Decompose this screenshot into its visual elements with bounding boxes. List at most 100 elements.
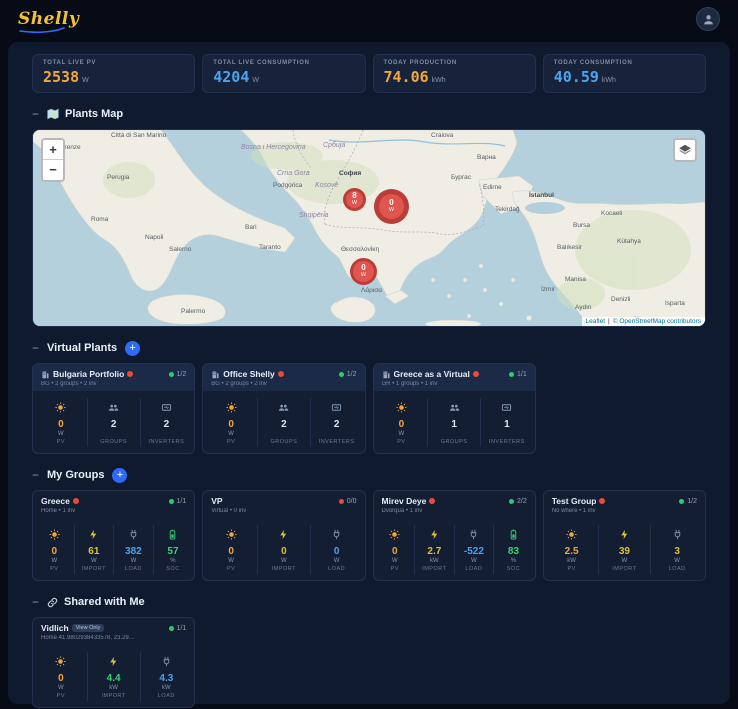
- map-layers-button[interactable]: [673, 138, 697, 162]
- map-label: Λάρισα: [361, 287, 383, 294]
- stat-value: 2: [333, 419, 340, 430]
- bolt-icon: [278, 529, 289, 541]
- map-label: Bursa: [573, 222, 590, 229]
- stat-inverters: 2 INVERTERS: [141, 398, 193, 447]
- stat-value: 61: [88, 546, 100, 558]
- plants-map[interactable]: Firenze Città di San Marino Perugia Roma…: [32, 129, 706, 327]
- stat-inverters: 1 INVERTERS: [481, 398, 533, 447]
- section-title: Virtual Plants: [47, 342, 118, 354]
- map-label: Θεσσαλονίκη: [341, 246, 380, 253]
- link-icon: [47, 597, 58, 608]
- map-label: Salerno: [169, 246, 192, 253]
- plant-subtitle: BG • 2 groups • 2 inv: [211, 381, 267, 387]
- collapse-toggle[interactable]: −: [32, 467, 41, 483]
- group-card[interactable]: Test Group 1/2 No where • 1 inv 2.5 kW P…: [542, 490, 706, 582]
- bolt-icon: [108, 656, 119, 668]
- stat-label: LOAD: [668, 566, 686, 573]
- group-name: Test Group: [551, 496, 597, 507]
- online-count: 2/2: [517, 497, 527, 505]
- stat-groups: 2 GROUPS: [258, 398, 311, 448]
- stat-label: SOC: [166, 566, 180, 573]
- stat-unit: W: [333, 558, 340, 565]
- collapse-toggle[interactable]: −: [32, 106, 41, 122]
- shared-card[interactable]: Vidlich View Only 1/1 Home 41.9802938433…: [32, 617, 196, 709]
- sun-icon: [396, 402, 407, 414]
- shelly-logo[interactable]: Shelly: [18, 9, 79, 33]
- group-name: Greece: [41, 496, 70, 507]
- group-card[interactable]: Mirev Deye 2/2 Dvorqua • 1 inv 0 W PV 2.…: [372, 490, 536, 582]
- plant-name: Office Shelly: [223, 369, 275, 379]
- stat-unit: kW: [430, 558, 439, 565]
- sun-icon: [226, 529, 237, 541]
- group-card[interactable]: Greece 1/1 Home • 1 inv 0 W PV 61 W IMPO…: [32, 490, 196, 582]
- stat-value: 4.4: [106, 673, 121, 685]
- stat-label: IMPORT: [271, 566, 297, 573]
- zoom-out-button[interactable]: −: [43, 160, 63, 180]
- stat-label: PV: [397, 439, 406, 445]
- online-count: 1/2: [687, 497, 697, 505]
- group-name: VP: [211, 496, 223, 507]
- tile-unit: kWh: [431, 77, 446, 84]
- stat-groups: 1 GROUPS: [428, 398, 481, 448]
- stat-pv: 2.5 kW PV: [546, 525, 599, 575]
- user-avatar-button[interactable]: [696, 7, 720, 31]
- virtual-plant-card[interactable]: Greece as a Virtual 1/1 GR • 1 groups • …: [372, 363, 536, 455]
- group-card[interactable]: VP 0/0 Virtual • 0 inv 0 W PV 0 W IMPORT…: [202, 490, 366, 582]
- stat-import: 61 W IMPORT: [75, 525, 115, 575]
- stat-pv: 0 W PV: [205, 525, 258, 575]
- online-dot: [338, 371, 344, 377]
- group-subtitle: Home • 1 inv: [41, 508, 76, 515]
- stat-unit: [311, 431, 363, 438]
- plug-icon: [128, 529, 139, 541]
- map-label: Варна: [477, 154, 496, 161]
- stat-inverters: 2 INVERTERS: [311, 398, 363, 447]
- map-cluster-marker[interactable]: 0 W: [374, 189, 409, 224]
- stat-unit: %: [510, 558, 517, 565]
- leaflet-link[interactable]: Leaflet: [586, 318, 606, 325]
- plant-name: Bulgaria Portfolio: [53, 369, 125, 379]
- tile-total-live-consumption: TOTAL LIVE CONSUMPTION 4204 W: [202, 54, 366, 93]
- user-icon: [702, 13, 715, 26]
- add-virtual-plant-button[interactable]: +: [125, 340, 141, 356]
- stat-load: 3 W LOAD: [651, 525, 703, 574]
- add-group-button[interactable]: +: [112, 467, 128, 483]
- bolt-icon: [88, 529, 99, 541]
- stat-unit: W: [228, 431, 234, 437]
- sun-icon: [226, 402, 237, 414]
- stat-value: 0: [398, 419, 405, 430]
- sun-icon: [55, 402, 66, 414]
- section-title: Shared with Me: [64, 596, 145, 609]
- stat-value: 4.3: [159, 673, 174, 685]
- stat-value: 0: [228, 546, 234, 558]
- stat-label: PV: [226, 439, 236, 445]
- marker-value: 0: [389, 198, 394, 208]
- map-cluster-marker[interactable]: 8 W: [343, 188, 366, 211]
- inverter-icon: [501, 402, 512, 414]
- tile-unit: W: [82, 77, 89, 84]
- plug-icon: [331, 529, 342, 541]
- stat-value: 2.7: [427, 546, 442, 558]
- collapse-toggle[interactable]: −: [32, 594, 41, 610]
- zoom-in-button[interactable]: +: [43, 140, 63, 160]
- osm-link[interactable]: © OpenStreetMap contributors: [613, 318, 701, 325]
- stat-pv: 0 W PV: [35, 652, 88, 702]
- collapse-toggle[interactable]: −: [32, 340, 41, 356]
- section-title: My Groups: [47, 469, 105, 482]
- stat-unit: %: [170, 558, 176, 565]
- virtual-plant-card[interactable]: Bulgaria Portfolio 1/2 BG • 2 groups • 2…: [32, 363, 196, 455]
- stat-soc: 83 % SOC: [494, 525, 533, 574]
- online-count: 1/2: [346, 370, 357, 378]
- stat-import: 39 W IMPORT: [599, 525, 652, 575]
- map-attribution: Leaflet | © OpenStreetMap contributors: [581, 317, 705, 326]
- tile-value: 74.06 kWh: [383, 68, 446, 86]
- stat-label: LOAD: [465, 566, 483, 573]
- view-only-badge: View Only: [71, 624, 105, 633]
- map-cluster-marker[interactable]: 0 W: [350, 258, 377, 285]
- stat-unit: [428, 431, 480, 438]
- virtual-plant-card[interactable]: Office Shelly 1/2 BG • 2 groups • 2 inv …: [202, 363, 366, 455]
- stat-unit: kW: [109, 685, 118, 692]
- summary-tiles: TOTAL LIVE PV 2538 W TOTAL LIVE CONSUMPTI…: [32, 54, 706, 93]
- my-groups-grid: Greece 1/1 Home • 1 inv 0 W PV 61 W IMPO…: [32, 490, 706, 582]
- tile-total-live-pv: TOTAL LIVE PV 2538 W: [32, 54, 196, 93]
- stat-unit: W: [391, 558, 398, 565]
